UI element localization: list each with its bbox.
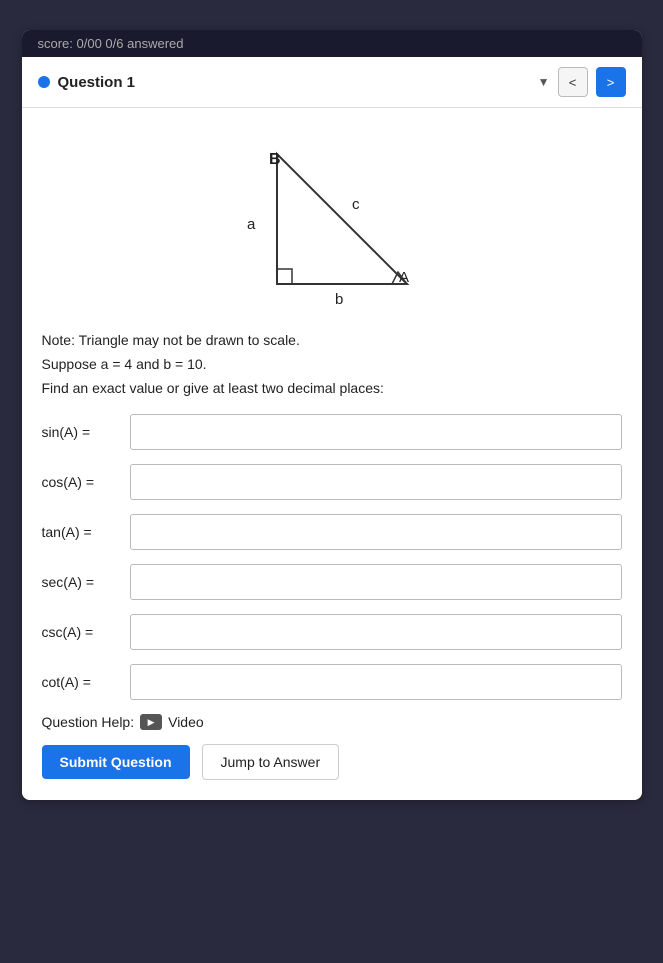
question-help-label: Question Help: bbox=[42, 714, 135, 730]
sin-a-row: sin(A) = bbox=[42, 414, 622, 450]
sin-a-input[interactable] bbox=[130, 414, 622, 450]
triangle-diagram: B a c b A bbox=[42, 134, 622, 314]
buttons-row: Submit Question Jump to Answer bbox=[42, 744, 622, 780]
find-text: Find an exact value or give at least two… bbox=[42, 380, 622, 396]
csc-a-input[interactable] bbox=[130, 614, 622, 650]
cos-a-label: cos(A) = bbox=[42, 474, 122, 490]
tan-a-row: tan(A) = bbox=[42, 514, 622, 550]
cos-a-row: cos(A) = bbox=[42, 464, 622, 500]
cot-a-input[interactable] bbox=[130, 664, 622, 700]
cot-a-label: cot(A) = bbox=[42, 674, 122, 690]
svg-text:B: B bbox=[269, 151, 281, 168]
svg-text:a: a bbox=[247, 216, 256, 233]
svg-text:b: b bbox=[335, 291, 343, 308]
score-text: score: 0/00 0/6 answered bbox=[38, 36, 184, 51]
nav-prev-button[interactable]: < bbox=[558, 67, 588, 97]
cot-a-row: cot(A) = bbox=[42, 664, 622, 700]
suppose-text: Suppose a = 4 and b = 10. bbox=[42, 356, 622, 372]
question-label: Question 1 bbox=[58, 74, 530, 91]
cos-a-input[interactable] bbox=[130, 464, 622, 500]
sec-a-input[interactable] bbox=[130, 564, 622, 600]
sec-a-row: sec(A) = bbox=[42, 564, 622, 600]
nav-next-button[interactable]: > bbox=[596, 67, 626, 97]
svg-text:c: c bbox=[352, 196, 360, 213]
sec-a-label: sec(A) = bbox=[42, 574, 122, 590]
sin-a-label: sin(A) = bbox=[42, 424, 122, 440]
question-content: B a c b A Note: Triangle may not be draw… bbox=[22, 108, 642, 800]
tan-a-input[interactable] bbox=[130, 514, 622, 550]
note-text: Note: Triangle may not be drawn to scale… bbox=[42, 332, 622, 348]
question-dot bbox=[38, 76, 50, 88]
question-help-row: Question Help: ▶ Video bbox=[42, 714, 622, 730]
score-bar: score: 0/00 0/6 answered bbox=[22, 30, 642, 57]
video-link[interactable]: Video bbox=[168, 714, 204, 730]
tan-a-label: tan(A) = bbox=[42, 524, 122, 540]
csc-a-row: csc(A) = bbox=[42, 614, 622, 650]
submit-question-button[interactable]: Submit Question bbox=[42, 745, 190, 779]
csc-a-label: csc(A) = bbox=[42, 624, 122, 640]
question-dropdown[interactable]: ▼ bbox=[538, 75, 550, 89]
jump-to-answer-button[interactable]: Jump to Answer bbox=[202, 744, 340, 780]
video-icon: ▶ bbox=[140, 714, 162, 730]
question-header: Question 1 ▼ < > bbox=[22, 57, 642, 108]
